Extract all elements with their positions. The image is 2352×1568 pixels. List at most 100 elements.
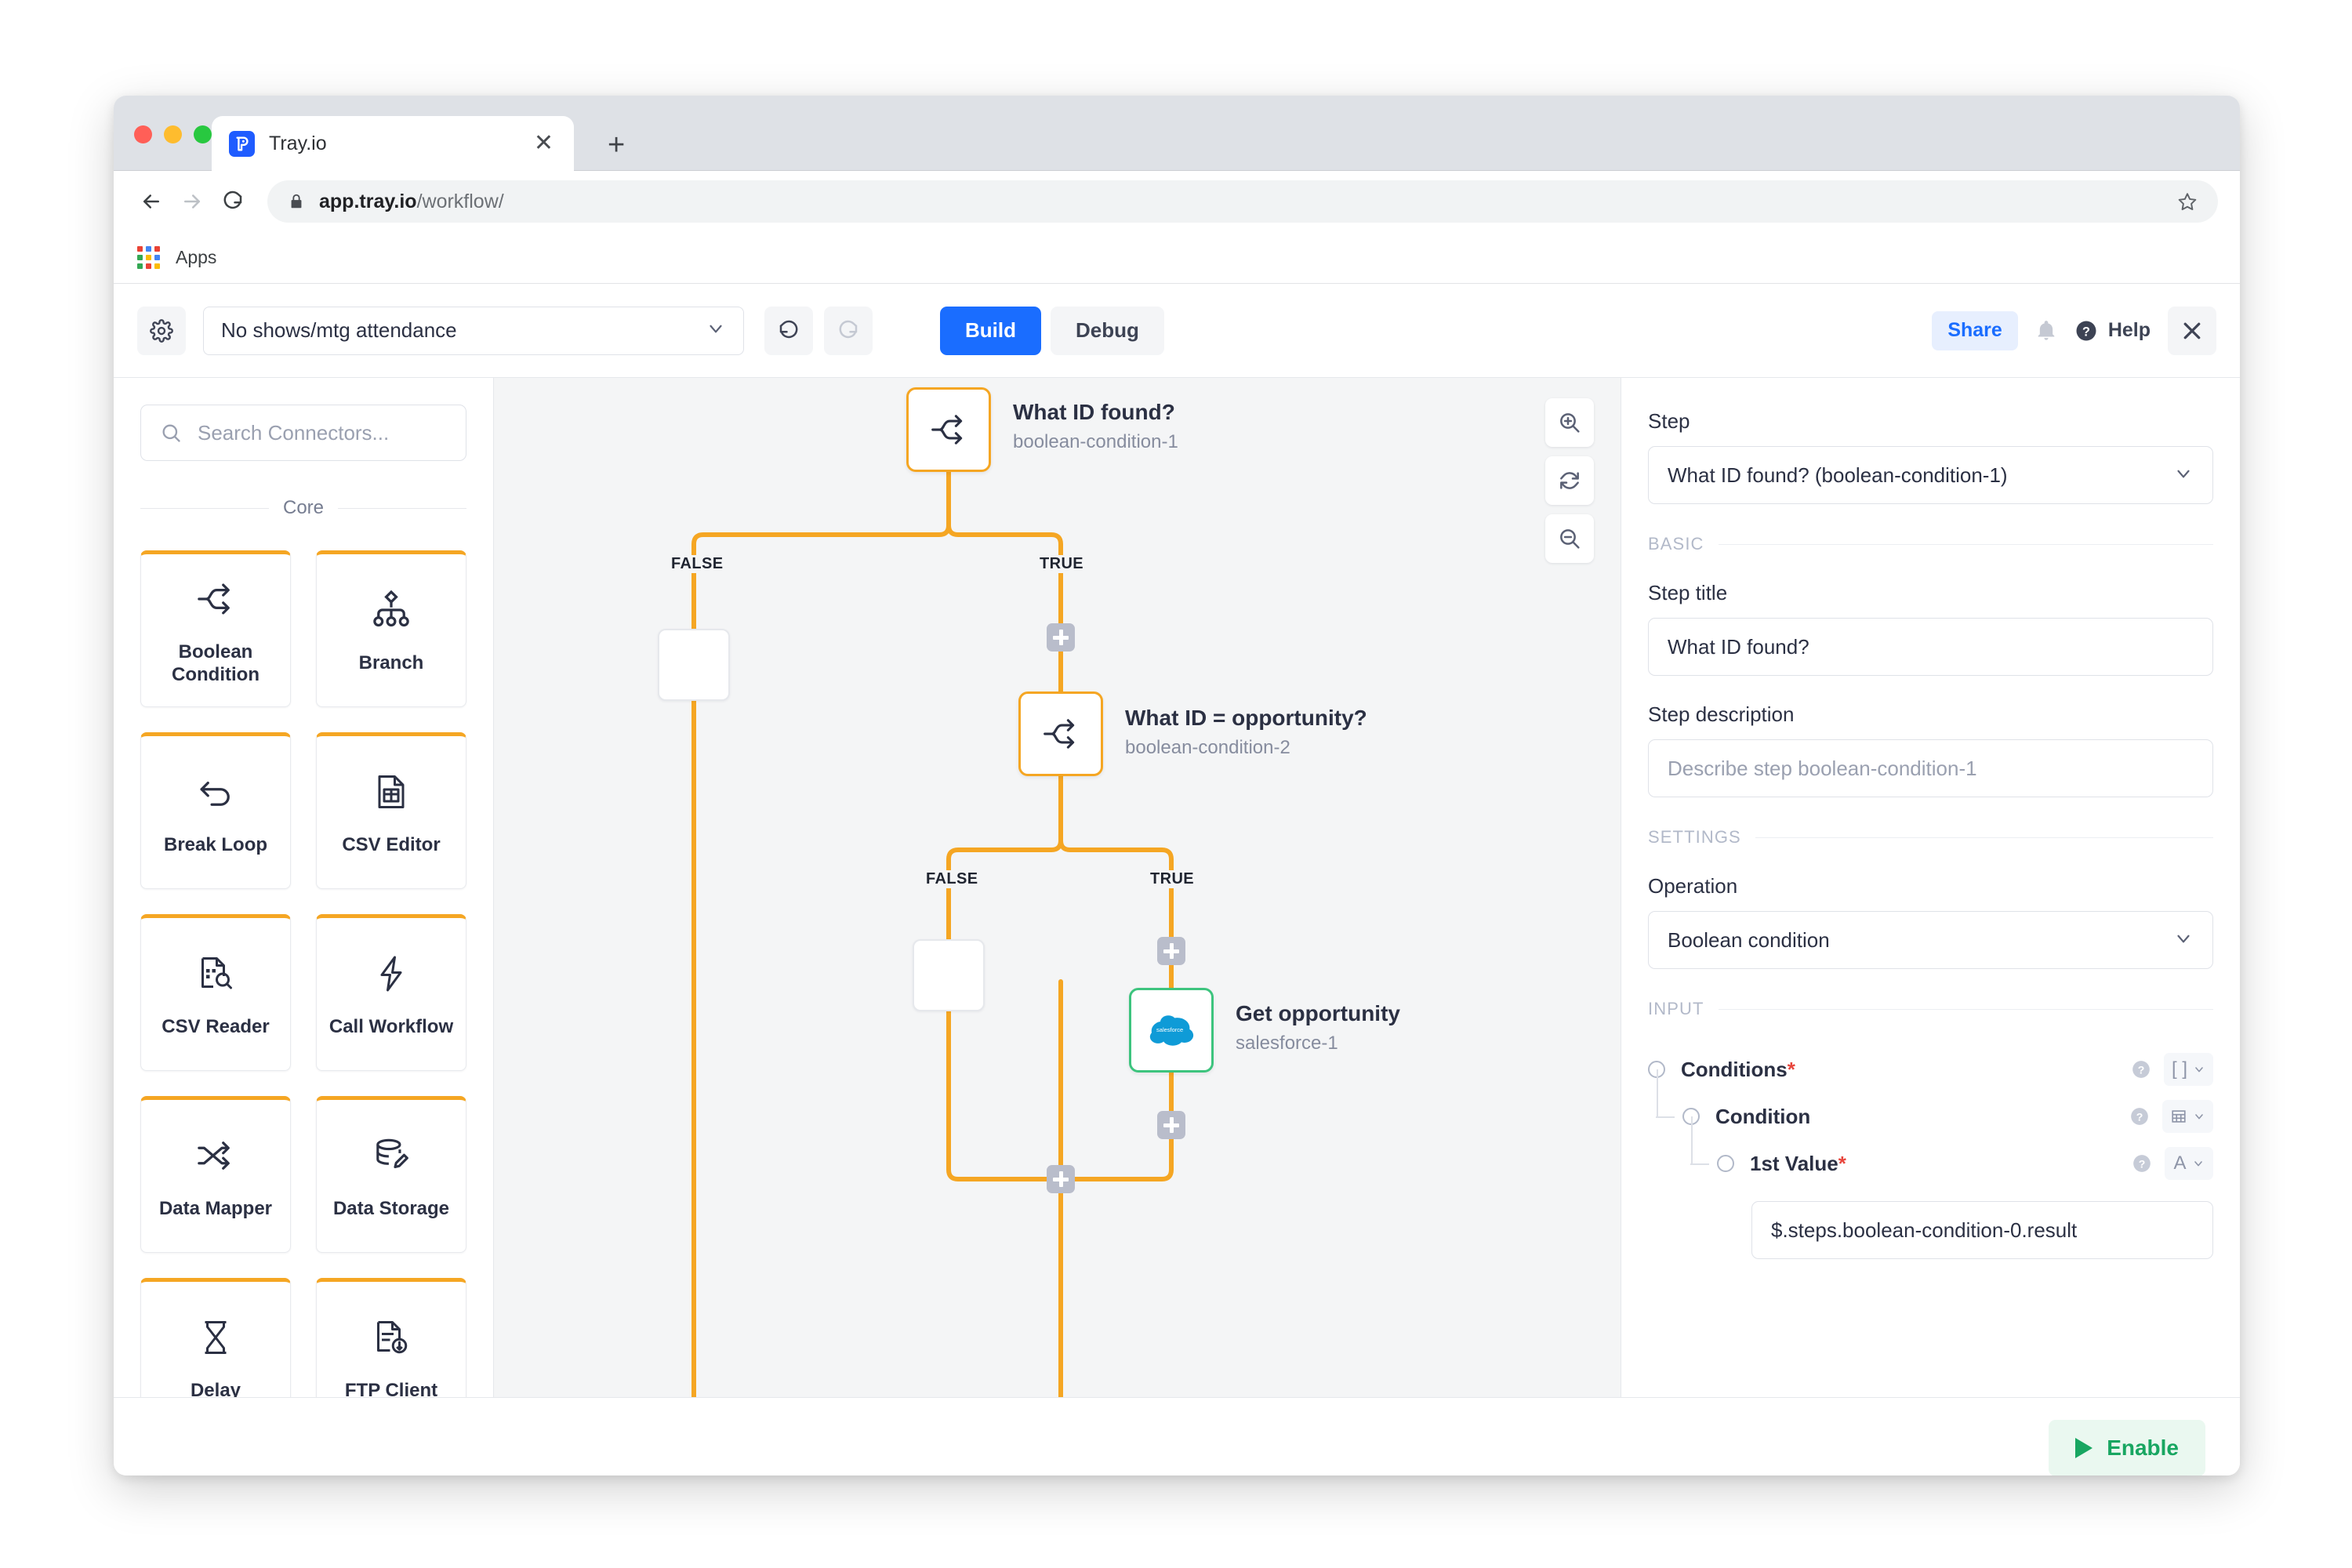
bell-icon[interactable] [2035, 320, 2057, 342]
node-title: Get opportunity [1236, 1001, 1400, 1025]
connector-card-data-storage[interactable]: Data Storage [316, 1096, 466, 1253]
connector-label: CSV Reader [162, 1016, 270, 1038]
connector-card-branch[interactable]: Branch [316, 550, 466, 707]
step-settings-panel: Step What ID found? (boolean-condition-1… [1621, 378, 2240, 1397]
input-section-divider: INPUT [1648, 999, 2213, 1019]
tree-toggle-icon[interactable] [1717, 1155, 1734, 1172]
step-description-placeholder: Describe step boolean-condition-1 [1668, 756, 1977, 780]
question-circle-icon[interactable]: ? [2131, 1059, 2151, 1080]
workflow-node-salesforce-1[interactable]: salesforce [1129, 988, 1214, 1073]
add-step-button-after-salesforce[interactable] [1157, 1111, 1185, 1139]
boolean-condition-icon [929, 410, 968, 449]
node-title: What ID found? [1013, 400, 1175, 424]
help-button[interactable]: ? Help [2074, 319, 2151, 343]
tree-vertical-line [1691, 1116, 1693, 1163]
close-panel-button[interactable] [2168, 306, 2216, 355]
connector-label: Delay [190, 1380, 241, 1397]
enable-label: Enable [2107, 1435, 2179, 1460]
zoom-in-icon[interactable] [1545, 398, 1594, 447]
question-circle-icon[interactable]: ? [2132, 1153, 2152, 1174]
input-tree-row-conditions[interactable]: Conditions* ? [ ] [1648, 1046, 2213, 1093]
redo-icon[interactable] [824, 306, 873, 355]
connector-card-delay[interactable]: Delay [140, 1278, 291, 1397]
input-field-name: Conditions* [1681, 1057, 1795, 1081]
tree-elbow-line [1690, 1163, 1709, 1165]
add-step-button-merge[interactable] [1047, 1165, 1075, 1193]
csv-reader-icon [197, 949, 234, 998]
workflow-node-placeholder-false-1[interactable] [658, 629, 730, 701]
connector-group-label: Core [282, 497, 325, 518]
toolbar-right-group: Share ? Help [1932, 306, 2216, 355]
apps-grid-icon[interactable] [137, 246, 160, 269]
type-selector-string[interactable]: A [2165, 1147, 2213, 1180]
forward-arrow-icon[interactable] [172, 181, 212, 222]
connector-card-boolean-condition[interactable]: Boolean Condition [140, 550, 291, 707]
connector-card-data-mapper[interactable]: Data Mapper [140, 1096, 291, 1253]
svg-text:?: ? [2136, 1110, 2143, 1123]
browser-navbar: app.tray.io/workflow/ [114, 171, 2240, 232]
connector-card-csv-reader[interactable]: CSV Reader [140, 914, 291, 1071]
browser-window: Tray.io ✕ + app.tray.io/workflow/ Apps N… [114, 96, 2240, 1475]
bookmark-apps-label[interactable]: Apps [176, 247, 216, 268]
workflow-node-placeholder-false-2[interactable] [913, 939, 985, 1011]
app-footer: Enable [114, 1397, 2240, 1475]
mode-toggle-group: Build Debug [940, 306, 1164, 355]
input-tree-level-2: 1st Value* ? A [1690, 1116, 2213, 1187]
workflow-canvas[interactable]: What ID found? boolean-condition-1 FALSE… [494, 378, 1621, 1397]
new-tab-button[interactable]: + [608, 130, 625, 160]
input-tree-row-condition[interactable]: Condition ? [1656, 1093, 2213, 1140]
first-value-input[interactable]: $.steps.boolean-condition-0.result [1751, 1201, 2213, 1259]
question-circle-icon[interactable]: ? [2129, 1106, 2150, 1127]
build-tab[interactable]: Build [940, 306, 1041, 355]
reload-icon[interactable] [212, 181, 253, 222]
bookmarks-bar: Apps [114, 232, 2240, 284]
minimize-window-button[interactable] [164, 125, 182, 143]
connector-card-csv-editor[interactable]: CSV Editor [316, 732, 466, 889]
undo-icon[interactable] [764, 306, 813, 355]
step-select[interactable]: What ID found? (boolean-condition-1) [1648, 446, 2213, 504]
type-selector-object[interactable] [2162, 1100, 2213, 1133]
step-title-input[interactable]: What ID found? [1648, 618, 2213, 676]
connector-group-divider: Core [140, 497, 466, 519]
back-arrow-icon[interactable] [131, 181, 172, 222]
data-storage-icon [372, 1131, 411, 1180]
close-window-button[interactable] [134, 125, 152, 143]
input-tree-row-1st-value[interactable]: 1st Value* ? A [1690, 1140, 2213, 1187]
debug-tab[interactable]: Debug [1051, 306, 1164, 355]
add-step-button-true-2[interactable] [1157, 937, 1185, 965]
boolean-condition-icon [195, 575, 236, 623]
zoom-out-icon[interactable] [1545, 514, 1594, 563]
type-selector-array[interactable]: [ ] [2163, 1053, 2213, 1086]
address-bar-url: app.tray.io/workflow/ [319, 191, 2177, 213]
enable-button[interactable]: Enable [2049, 1419, 2205, 1475]
refresh-fit-icon[interactable] [1545, 456, 1594, 505]
star-icon[interactable] [2177, 191, 2198, 212]
address-bar[interactable]: app.tray.io/workflow/ [267, 180, 2218, 223]
connector-label: Data Storage [332, 1198, 450, 1220]
branch-icon [371, 586, 412, 634]
close-icon[interactable]: ✕ [528, 129, 560, 158]
operation-label: Operation [1648, 874, 1738, 898]
workflow-node-label-2: What ID = opportunity? boolean-condition… [1125, 706, 1367, 759]
table-grid-icon [2170, 1108, 2187, 1125]
workflow-name-select[interactable]: No shows/mtg attendance [203, 306, 744, 355]
workflow-node-boolean-condition-1[interactable] [906, 387, 991, 472]
maximize-window-button[interactable] [194, 125, 212, 143]
connector-card-break-loop[interactable]: Break Loop [140, 732, 291, 889]
operation-select[interactable]: Boolean condition [1648, 911, 2213, 969]
delay-icon [197, 1313, 234, 1362]
add-step-button-true-1[interactable] [1047, 623, 1075, 652]
gear-icon[interactable] [137, 306, 186, 355]
step-description-input[interactable]: Describe step boolean-condition-1 [1648, 739, 2213, 797]
connector-card-ftp-client[interactable]: FTP Client [316, 1278, 466, 1397]
ftp-client-icon [372, 1313, 410, 1362]
app-toolbar: No shows/mtg attendance Build Debug Shar… [114, 284, 2240, 378]
workflow-node-boolean-condition-2[interactable] [1018, 691, 1103, 776]
search-connectors-input[interactable]: Search Connectors... [140, 405, 466, 461]
connector-card-call-workflow[interactable]: Call Workflow [316, 914, 466, 1071]
share-button[interactable]: Share [1932, 310, 2018, 350]
svg-text:?: ? [2139, 1157, 2146, 1170]
browser-tab[interactable]: Tray.io ✕ [212, 116, 574, 171]
settings-section-divider: SETTINGS [1648, 827, 2213, 848]
chevron-down-icon [2173, 928, 2194, 953]
